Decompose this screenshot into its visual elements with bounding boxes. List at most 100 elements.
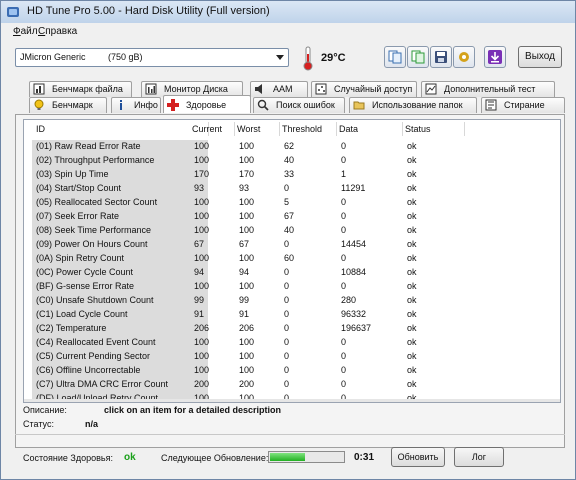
column-divider[interactable] — [336, 122, 337, 136]
cell-current: 200 — [194, 379, 210, 389]
cell-status: ok — [407, 379, 417, 389]
cell-threshold: 0 — [284, 379, 290, 389]
disk-monitor-icon — [145, 83, 157, 95]
table-row[interactable]: (02) Throughput Performance 100 100 40 0 ok — [24, 154, 560, 168]
tab-label: AAM — [273, 84, 293, 94]
status-value: n/a — [85, 419, 99, 429]
tab-folder-usage[interactable]: Использование папок — [349, 97, 477, 113]
tab-label: Использование папок — [372, 100, 463, 110]
tab-info[interactable]: Инфо — [111, 97, 161, 113]
cell-worst: 206 — [239, 323, 255, 333]
tab-extra-tests[interactable]: Дополнительный тест — [421, 81, 555, 97]
table-row[interactable]: (C7) Ultra DMA CRC Error Count 200 200 0 0 ok — [24, 378, 560, 392]
table-header: ID Current Worst Threshold Data Status — [24, 120, 560, 138]
cell-data: 0 — [341, 197, 347, 207]
table-row[interactable]: (04) Start/Stop Count 93 93 0 11291 ok — [24, 182, 560, 196]
menu-help[interactable]: Справка — [38, 26, 77, 37]
cell-worst: 91 — [239, 309, 250, 319]
cell-status: ok — [407, 267, 417, 277]
options-button[interactable] — [453, 46, 475, 68]
update-countdown: 0:31 — [354, 452, 375, 463]
cell-worst: 94 — [239, 267, 250, 277]
table-row[interactable]: (0A) Spin Retry Count 100 100 60 0 ok — [24, 252, 560, 266]
table-row[interactable]: (C1) Load Cycle Count 91 91 0 96332 ok — [24, 308, 560, 322]
cell-data: 11291 — [341, 183, 366, 193]
cell-threshold: 5 — [284, 197, 290, 207]
cell-worst: 99 — [239, 295, 250, 305]
cell-threshold: 0 — [284, 323, 290, 333]
refresh-button[interactable]: Обновить — [391, 447, 445, 467]
log-button[interactable]: Лог — [454, 447, 504, 467]
table-row[interactable]: (07) Seek Error Rate 100 100 67 0 ok — [24, 210, 560, 224]
cell-id: (01) Raw Read Error Rate — [36, 141, 141, 151]
tab-benchmark[interactable]: Бенчмарк — [29, 97, 107, 113]
cell-current: 100 — [194, 225, 210, 235]
exit-button[interactable]: Выход — [518, 46, 562, 68]
table-row[interactable]: (0C) Power Cycle Count 94 94 0 10884 ok — [24, 266, 560, 280]
tab-label: Инфо — [134, 100, 158, 110]
smart-table: ID Current Worst Threshold Data Status (… — [23, 119, 561, 403]
cell-current: 91 — [194, 309, 205, 319]
cell-worst: 93 — [239, 183, 250, 193]
menu-file[interactable]: Файл — [13, 26, 38, 37]
tab-file-benchmark[interactable]: Бенчмарк файла — [29, 81, 132, 97]
column-divider[interactable] — [464, 122, 465, 136]
cell-threshold: 0 — [284, 351, 290, 361]
cell-threshold: 60 — [284, 253, 295, 263]
column-divider[interactable] — [279, 122, 280, 136]
cell-data: 280 — [341, 295, 357, 305]
cell-worst: 170 — [239, 169, 255, 179]
copy-text-button[interactable] — [407, 46, 429, 68]
title-bar[interactable]: HD Tune Pro 5.00 - Hard Disk Utility (Fu… — [1, 1, 575, 23]
cell-worst: 100 — [239, 155, 255, 165]
tab-health[interactable]: Здоровье — [163, 95, 251, 113]
menu-bar: Файл Справка — [1, 23, 575, 41]
search-icon — [257, 99, 269, 111]
table-row[interactable]: (C4) Reallocated Event Count 100 100 0 0 ok — [24, 336, 560, 350]
table-row[interactable]: (C0) Unsafe Shutdown Count 99 99 0 280 ok — [24, 294, 560, 308]
table-row[interactable]: (03) Spin Up Time 170 170 33 1 ok — [24, 168, 560, 182]
save-button[interactable] — [430, 46, 452, 68]
table-row[interactable]: (BF) G-sense Error Rate 100 100 0 0 ok — [24, 280, 560, 294]
table-row[interactable]: (05) Reallocated Sector Count 100 100 5 0 ok — [24, 196, 560, 210]
thermometer-icon — [303, 46, 313, 71]
cell-id: (BF) G-sense Error Rate — [36, 281, 135, 291]
table-row[interactable]: (09) Power On Hours Count 67 67 0 14454 ok — [24, 238, 560, 252]
cell-current: 100 — [194, 253, 210, 263]
tab-aam[interactable]: AAM — [250, 81, 308, 97]
health-cross-icon — [167, 99, 179, 111]
tab-error-scan[interactable]: Поиск ошибок — [253, 97, 345, 113]
copy-info-button[interactable] — [384, 46, 406, 68]
cell-data: 196637 — [341, 323, 372, 333]
cell-id: (C1) Load Cycle Count — [36, 309, 128, 319]
cell-data: 0 — [341, 155, 347, 165]
cell-data: 0 — [341, 253, 347, 263]
copy-icon — [388, 50, 402, 64]
copy-text-icon — [411, 50, 425, 64]
table-row[interactable]: (01) Raw Read Error Rate 100 100 62 0 ok — [24, 140, 560, 154]
table-row[interactable]: (C5) Current Pending Sector 100 100 0 0 ok — [24, 350, 560, 364]
table-row[interactable]: (C6) Offline Uncorrectable 100 100 0 0 ok — [24, 364, 560, 378]
drive-select[interactable]: JMicron Generic (750 gB) — [15, 48, 289, 67]
table-row[interactable]: (08) Seek Time Performance 100 100 40 0 ok — [24, 224, 560, 238]
download-button[interactable] — [484, 46, 506, 68]
column-divider[interactable] — [402, 122, 403, 136]
column-divider[interactable] — [234, 122, 235, 136]
cell-status: ok — [407, 365, 417, 375]
cell-threshold: 33 — [284, 169, 295, 179]
cell-status: ok — [407, 351, 417, 361]
table-row[interactable]: (C2) Temperature 206 206 0 196637 ok — [24, 322, 560, 336]
tab-label: Здоровье — [186, 100, 227, 110]
cell-id: (C2) Temperature — [36, 323, 107, 333]
folder-icon — [353, 99, 365, 111]
tab-erase[interactable]: Стирание — [481, 97, 565, 113]
cell-id: (C0) Unsafe Shutdown Count — [36, 295, 154, 305]
cell-current: 100 — [194, 337, 210, 347]
horizontal-scrollbar[interactable] — [24, 399, 560, 402]
tab-label: Стирание — [504, 100, 545, 110]
tab-random-access[interactable]: Случайный доступ — [311, 81, 417, 97]
save-icon — [435, 51, 447, 63]
cell-id: (05) Reallocated Sector Count — [36, 197, 158, 207]
tab-label: Бенчмарк — [52, 100, 93, 110]
cell-threshold: 0 — [284, 295, 290, 305]
